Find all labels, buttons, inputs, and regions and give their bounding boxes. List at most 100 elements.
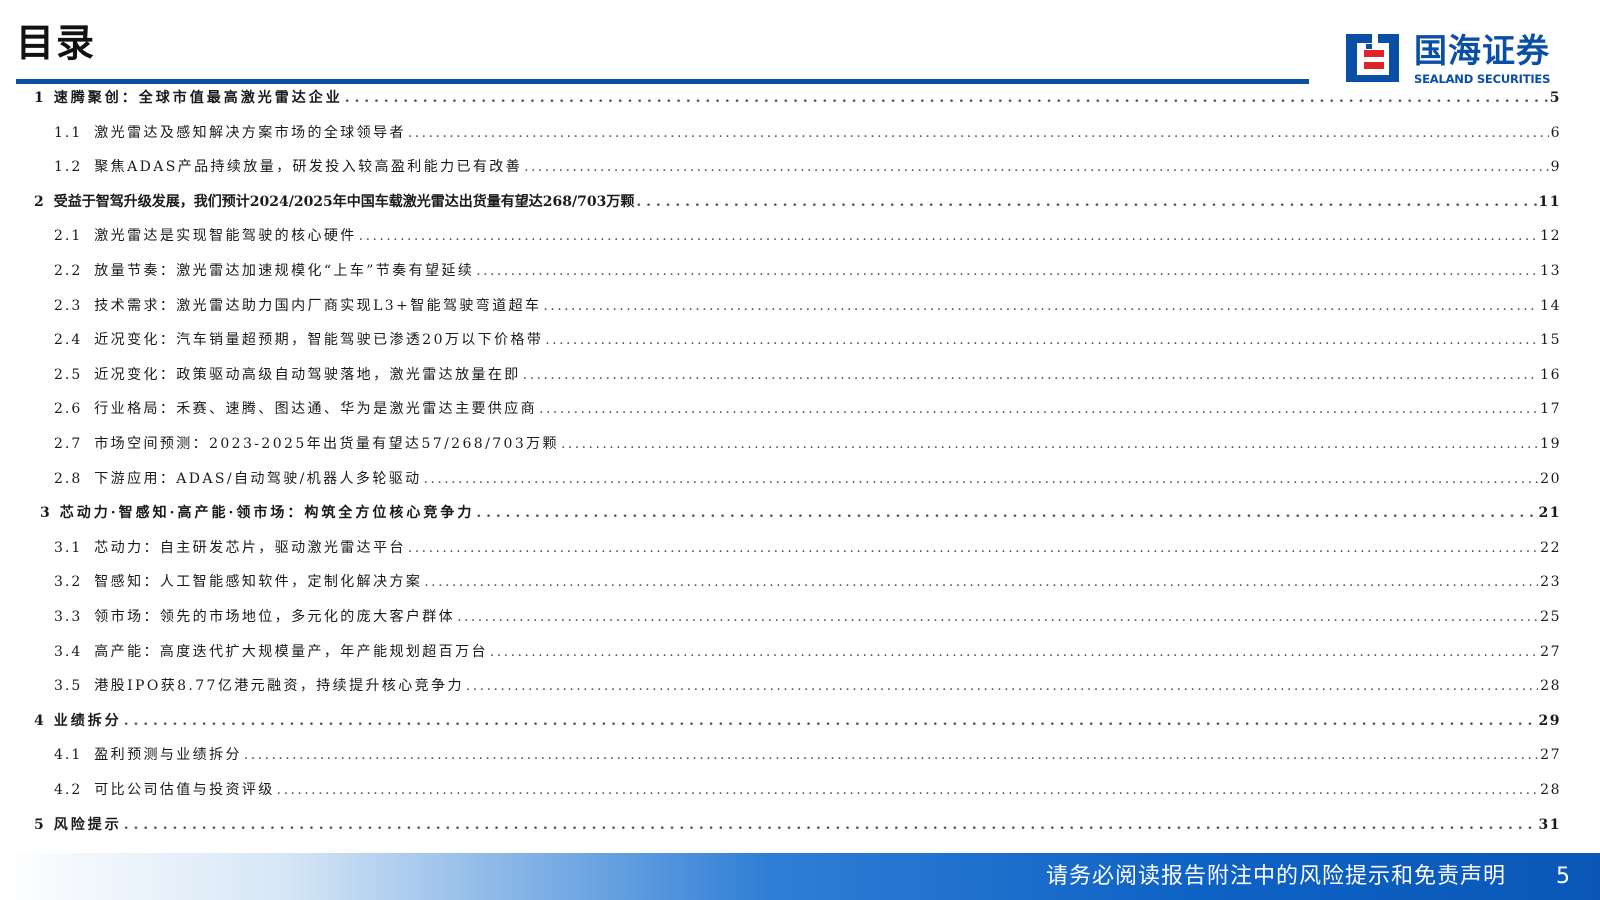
- toc-section-row[interactable]: 2.1 激光雷达是实现智能驾驶的核心硬件 12: [0, 226, 1561, 246]
- toc-dot-leader: [476, 261, 1538, 281]
- toc-page-number: 11: [1538, 194, 1561, 210]
- toc-number: 2: [34, 194, 44, 210]
- toc-entry-text: 放量节奏：激光雷达加速规模化“上车”节奏有望延续: [94, 263, 475, 279]
- toc-section-row[interactable]: 2.4 近况变化：汽车销量超预期，智能驾驶已渗透20万以下价格带 15: [0, 330, 1561, 350]
- toc-page-number: 31: [1538, 817, 1561, 833]
- toc-entry-text: 风险提示: [53, 817, 122, 833]
- toc-number: 2.1: [54, 228, 83, 244]
- toc-page-number: 27: [1540, 644, 1561, 660]
- toc-page-number: 22: [1540, 540, 1561, 556]
- toc-section-row[interactable]: 2.2 放量节奏：激光雷达加速规模化“上车”节奏有望延续 13: [0, 261, 1561, 281]
- toc-section-row[interactable]: 2.7 市场空间预测：2023-2025年出货量有望达57/268/703万颗 19: [0, 434, 1561, 454]
- toc-section-row[interactable]: 4.2 可比公司估值与投资评级 28: [0, 780, 1561, 800]
- toc-section-row[interactable]: 2.5 近况变化：政策驱动高级自动驾驶落地，激光雷达放量在即 16: [0, 365, 1561, 385]
- toc-dot-leader: [408, 123, 1549, 143]
- page-number: 5: [1556, 864, 1570, 889]
- toc-dot-leader: [524, 157, 1548, 177]
- footer-bar: 请务必阅读报告附注中的风险提示和免责声明 5: [0, 853, 1600, 900]
- toc-entry-text: 近况变化：政策驱动高级自动驾驶落地，激光雷达放量在即: [94, 367, 521, 383]
- company-logo: 国海证券 SEALAND SECURITIES: [1344, 30, 1569, 90]
- logo-english-name: SEALAND SECURITIES: [1414, 72, 1551, 86]
- toc-section-row[interactable]: 3.4 高产能：高度迭代扩大规模量产，年产能规划超百万台 27: [0, 642, 1561, 662]
- toc-number: 1: [34, 90, 44, 106]
- toc-entry-text: 激光雷达及感知解决方案市场的全球领导者: [94, 125, 406, 141]
- toc-page-number: 29: [1538, 713, 1561, 729]
- toc-dot-leader: [359, 226, 1539, 246]
- toc-entry-text: 可比公司估值与投资评级: [94, 782, 275, 798]
- toc-number: 3.1: [54, 540, 83, 556]
- toc-dot-leader: [457, 607, 1538, 627]
- toc-dot-leader: [424, 572, 1538, 592]
- toc-page-number: 15: [1540, 332, 1561, 348]
- toc-number: 4.1: [54, 747, 83, 763]
- toc-number: 4: [34, 713, 44, 729]
- toc-number: 2.2: [54, 263, 83, 279]
- toc-section-row[interactable]: 2.8 下游应用：ADAS/自动驾驶/机器人多轮驱动 20: [0, 469, 1561, 489]
- toc-dot-leader: [476, 503, 1536, 523]
- toc-entry-text: 近况变化：汽车销量超预期，智能驾驶已渗透20万以下价格带: [94, 332, 544, 348]
- toc-dot-leader: [424, 469, 1539, 489]
- toc-page-number: 28: [1540, 782, 1561, 798]
- toc-entry-text: 激光雷达是实现智能驾驶的核心硬件: [94, 228, 357, 244]
- toc-entry-text: 领市场：领先的市场地位，多元化的庞大客户群体: [94, 609, 456, 625]
- toc-number: 5: [34, 817, 44, 833]
- toc-chapter-row[interactable]: 4 业绩拆分 29: [0, 711, 1561, 731]
- footer-disclaimer: 请务必阅读报告附注中的风险提示和免责声明: [1045, 864, 1506, 889]
- toc-page-number: 28: [1540, 678, 1561, 694]
- toc-entry-text: 聚焦ADAS产品持续放量，研发投入较高盈利能力已有改善: [94, 159, 523, 175]
- toc-page-number: 6: [1550, 125, 1561, 141]
- toc-page-number: 20: [1540, 471, 1561, 487]
- toc-number: 2.6: [54, 401, 83, 417]
- page-title: 目录: [16, 21, 97, 65]
- toc-number: 3.2: [54, 574, 83, 590]
- toc-number: 3: [40, 505, 50, 521]
- toc-page-number: 13: [1540, 263, 1561, 279]
- toc-entry-text: 业绩拆分: [53, 713, 122, 729]
- toc-chapter-row[interactable]: 2 受益于智驾升级发展，我们预计2024/2025年中国车载激光雷达出货量有望达2…: [0, 192, 1561, 212]
- toc-dot-leader: [561, 434, 1538, 454]
- toc-chapter-row[interactable]: 5 风险提示 31: [0, 815, 1561, 835]
- title-divider: [16, 79, 1309, 84]
- toc-entry-text: 高产能：高度迭代扩大规模量产，年产能规划超百万台: [94, 644, 488, 660]
- toc-section-row[interactable]: 3.3 领市场：领先的市场地位，多元化的庞大客户群体 25: [0, 607, 1561, 627]
- toc-page-number: 9: [1550, 159, 1561, 175]
- toc-number: 2.8: [54, 471, 83, 487]
- toc-dot-leader: [244, 745, 1538, 765]
- toc-section-row[interactable]: 3.1 芯动力：自主研发芯片，驱动激光雷达平台 22: [0, 538, 1561, 558]
- toc-number: 3.5: [54, 678, 83, 694]
- toc-chapter-row[interactable]: 1 速腾聚创：全球市值最高激光雷达企业 5: [0, 88, 1561, 108]
- toc-entry-text: 行业格局：禾赛、速腾、图达通、华为是激光雷达主要供应商: [94, 401, 538, 417]
- toc-entry-text: 技术需求：激光雷达助力国内厂商实现L3+智能驾驶弯道超车: [94, 298, 542, 314]
- toc-number: 2.5: [54, 367, 83, 383]
- sealand-logo-icon: [1346, 34, 1399, 82]
- toc-page-number: 27: [1540, 747, 1561, 763]
- toc-entry-text: 港股IPO获8.77亿港元融资，持续提升核心竞争力: [94, 678, 464, 694]
- toc-number: 3.3: [54, 609, 83, 625]
- toc-number: 2.4: [54, 332, 83, 348]
- toc-dot-leader: [636, 192, 1536, 212]
- toc-page-number: 23: [1540, 574, 1561, 590]
- toc-section-row[interactable]: 4.1 盈利预测与业绩拆分 27: [0, 745, 1561, 765]
- toc-number: 3.4: [54, 644, 83, 660]
- toc-dot-leader: [545, 330, 1538, 350]
- toc-number: 1.1: [54, 125, 83, 141]
- toc-section-row[interactable]: 1.2 聚焦ADAS产品持续放量，研发投入较高盈利能力已有改善 9: [0, 157, 1561, 177]
- toc-section-row[interactable]: 1.1 激光雷达及感知解决方案市场的全球领导者 6: [0, 123, 1561, 143]
- toc-section-row[interactable]: 2.6 行业格局：禾赛、速腾、图达通、华为是激光雷达主要供应商 17: [0, 399, 1561, 419]
- toc-section-row[interactable]: 3.5 港股IPO获8.77亿港元融资，持续提升核心竞争力 28: [0, 676, 1561, 696]
- toc-section-row[interactable]: 3.2 智感知：人工智能感知软件，定制化解决方案 23: [0, 572, 1561, 592]
- toc-chapter-row[interactable]: 3 芯动力·智感知·高产能·领市场：构筑全方位核心竞争力 21: [0, 503, 1561, 523]
- toc-entry-text: 速腾聚创：全球市值最高激光雷达企业: [53, 90, 343, 106]
- logo-chinese-name: 国海证券: [1414, 31, 1550, 70]
- toc-entry-text: 下游应用：ADAS/自动驾驶/机器人多轮驱动: [94, 471, 422, 487]
- toc-section-row[interactable]: 2.3 技术需求：激光雷达助力国内厂商实现L3+智能驾驶弯道超车 14: [0, 296, 1561, 316]
- toc-number: 1.2: [54, 159, 83, 175]
- toc-entry-text: 受益于智驾升级发展，我们预计2024/2025年中国车载激光雷达出货量有望达26…: [53, 194, 635, 210]
- toc-page-number: 5: [1549, 90, 1561, 106]
- toc-page-number: 16: [1540, 367, 1561, 383]
- toc-entry-text: 芯动力：自主研发芯片，驱动激光雷达平台: [94, 540, 406, 556]
- toc-page-number: 17: [1540, 401, 1561, 417]
- toc-entry-text: 盈利预测与业绩拆分: [94, 747, 242, 763]
- toc-dot-leader: [124, 815, 1537, 835]
- toc-dot-leader: [408, 538, 1538, 558]
